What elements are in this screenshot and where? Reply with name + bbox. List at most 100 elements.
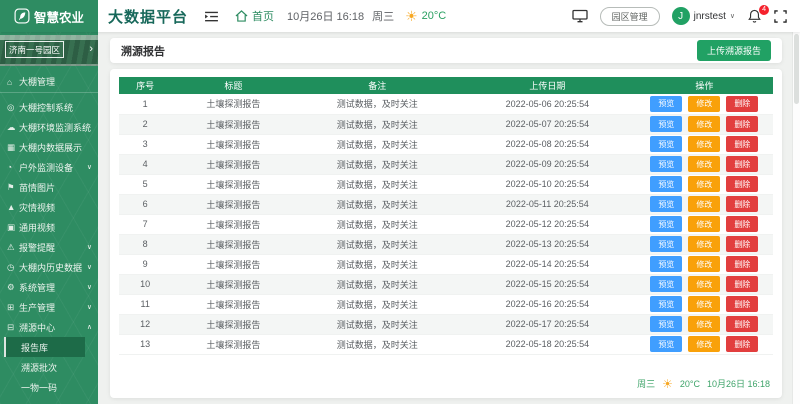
- preview-button[interactable]: 预览: [650, 256, 682, 272]
- topbar-right: 园区管理 J jnrstest ∨ 4: [572, 7, 800, 26]
- preview-button[interactable]: 预览: [650, 156, 682, 172]
- sidebar-item-greenhouse-env-monitor[interactable]: ☁大棚环境监测系统: [0, 117, 98, 137]
- preview-button[interactable]: 预览: [650, 236, 682, 252]
- modify-button[interactable]: 修改: [688, 336, 720, 352]
- delete-button[interactable]: 删除: [726, 196, 758, 212]
- modify-button[interactable]: 修改: [688, 316, 720, 332]
- monitor-icon[interactable]: [572, 9, 588, 23]
- preview-button[interactable]: 预览: [650, 96, 682, 112]
- modify-button[interactable]: 修改: [688, 136, 720, 152]
- sidebar-item-traceability-center[interactable]: ⊟溯源中心∧: [0, 317, 98, 337]
- sidebar-item-disaster-videos[interactable]: ▲灾情视频: [0, 197, 98, 217]
- cell-remark: 测试数据，及时关注: [296, 154, 460, 174]
- preview-button[interactable]: 预览: [650, 116, 682, 132]
- main-content: 溯源报告 上传溯源报告 序号标题备注上传日期操作 1土壤探测报告测试数据，及时关…: [98, 32, 792, 404]
- sidebar-item-greenhouse-control-system[interactable]: ◎大棚控制系统: [0, 97, 98, 117]
- page-scrollbar[interactable]: [792, 32, 800, 404]
- preview-button[interactable]: 预览: [650, 176, 682, 192]
- delete-button[interactable]: 删除: [726, 336, 758, 352]
- cell-actions: 预览修改删除: [636, 214, 773, 234]
- sidebar-item-outdoor-monitor-device[interactable]: ◔户外监测设备∨: [0, 157, 98, 177]
- fullscreen-icon[interactable]: [774, 10, 787, 23]
- home-link[interactable]: 首页: [235, 8, 274, 24]
- notification-bell[interactable]: 4: [747, 9, 762, 24]
- modify-button[interactable]: 修改: [688, 296, 720, 312]
- cell-remark: 测试数据，及时关注: [296, 174, 460, 194]
- modify-button[interactable]: 修改: [688, 256, 720, 272]
- sidebar-item-label: 系统管理: [19, 281, 85, 294]
- sidebar-subitem-traceability-batches[interactable]: 溯源批次: [0, 357, 98, 377]
- modify-button[interactable]: 修改: [688, 276, 720, 292]
- delete-button[interactable]: 删除: [726, 276, 758, 292]
- cell-remark: 测试数据，及时关注: [296, 194, 460, 214]
- delete-button[interactable]: 删除: [726, 96, 758, 112]
- cell-date: 2022-05-07 20:25:54: [459, 114, 636, 134]
- modify-button[interactable]: 修改: [688, 216, 720, 232]
- cell-title: 土壤探测报告: [171, 134, 295, 154]
- sidebar-subitem-label: 溯源批次: [21, 361, 57, 374]
- modify-button[interactable]: 修改: [688, 176, 720, 192]
- upload-report-button[interactable]: 上传溯源报告: [697, 40, 771, 61]
- preview-button[interactable]: 预览: [650, 216, 682, 232]
- preview-button[interactable]: 预览: [650, 276, 682, 292]
- preview-button[interactable]: 预览: [650, 316, 682, 332]
- app-window: 智慧农业 大数据平台 首页 10月26日 16:18 周三 ☀ 20°C: [0, 0, 800, 404]
- sidebar-item-alarm-reminder[interactable]: ⚠报警提醒∨: [0, 237, 98, 257]
- sidebar-item-seedling-images[interactable]: ⚑苗情图片: [0, 177, 98, 197]
- table-row: 3土壤探测报告测试数据，及时关注2022-05-08 20:25:54预览修改删…: [119, 134, 773, 154]
- sidebar-item-label: 通用视频: [19, 221, 92, 234]
- scrollbar-thumb[interactable]: [794, 34, 799, 104]
- cell-title: 土壤探测报告: [171, 314, 295, 334]
- sidebar-item-production-management[interactable]: ⊞生产管理∨: [0, 297, 98, 317]
- table-row: 6土壤探测报告测试数据，及时关注2022-05-11 20:25:54预览修改删…: [119, 194, 773, 214]
- control-system-icon: ◎: [7, 102, 19, 113]
- park-selector[interactable]: 济南一号园区 ›: [0, 35, 98, 66]
- sun-icon: ☀: [405, 9, 418, 23]
- park-manage-button[interactable]: 园区管理: [600, 7, 660, 26]
- cell-remark: 测试数据，及时关注: [296, 314, 460, 334]
- sidebar-item-greenhouse-management[interactable]: ⌂大棚管理: [0, 71, 98, 93]
- modify-button[interactable]: 修改: [688, 96, 720, 112]
- general-video-icon: ▣: [7, 222, 19, 233]
- cell-no: 7: [119, 214, 171, 234]
- delete-button[interactable]: 删除: [726, 296, 758, 312]
- user-menu[interactable]: J jnrstest ∨: [672, 7, 735, 25]
- delete-button[interactable]: 删除: [726, 316, 758, 332]
- delete-button[interactable]: 删除: [726, 236, 758, 252]
- preview-button[interactable]: 预览: [650, 296, 682, 312]
- sidebar-item-greenhouse-data-display[interactable]: ▦大棚内数据展示: [0, 137, 98, 157]
- brand-logo: 智慧农业: [0, 0, 98, 32]
- preview-button[interactable]: 预览: [650, 336, 682, 352]
- cell-no: 9: [119, 254, 171, 274]
- delete-button[interactable]: 删除: [726, 156, 758, 172]
- modify-button[interactable]: 修改: [688, 236, 720, 252]
- modify-button[interactable]: 修改: [688, 156, 720, 172]
- menu-collapse-icon[interactable]: [204, 11, 219, 22]
- sidebar-item-label: 大棚内历史数据: [19, 261, 85, 274]
- delete-button[interactable]: 删除: [726, 256, 758, 272]
- footer-datetime: 10月26日 16:18: [707, 377, 770, 390]
- sidebar-subitem-report-library[interactable]: 报告库: [4, 337, 85, 357]
- table-row: 12土壤探测报告测试数据，及时关注2022-05-17 20:25:54预览修改…: [119, 314, 773, 334]
- sidebar-subitem-one-item-one-code[interactable]: 一物一码: [0, 377, 98, 397]
- cell-actions: 预览修改删除: [636, 94, 773, 114]
- delete-button[interactable]: 删除: [726, 136, 758, 152]
- preview-button[interactable]: 预览: [650, 136, 682, 152]
- delete-button[interactable]: 删除: [726, 116, 758, 132]
- sidebar-item-greenhouse-history-data[interactable]: ◷大棚内历史数据∨: [0, 257, 98, 277]
- sidebar-item-system-management[interactable]: ⚙系统管理∨: [0, 277, 98, 297]
- sidebar-menu: ⌂大棚管理 ◎大棚控制系统☁大棚环境监测系统▦大棚内数据展示◔户外监测设备∨⚑苗情…: [0, 66, 98, 404]
- delete-button[interactable]: 删除: [726, 176, 758, 192]
- delete-button[interactable]: 删除: [726, 216, 758, 232]
- sidebar-item-general-videos[interactable]: ▣通用视频: [0, 217, 98, 237]
- cell-date: 2022-05-18 20:25:54: [459, 334, 636, 354]
- cell-date: 2022-05-15 20:25:54: [459, 274, 636, 294]
- sidebar-subitem-label: 一物一码: [21, 381, 57, 394]
- sidebar: 济南一号园区 › ⌂大棚管理 ◎大棚控制系统☁大棚环境监测系统▦大棚内数据展示◔户…: [0, 32, 98, 404]
- cell-title: 土壤探测报告: [171, 214, 295, 234]
- preview-button[interactable]: 预览: [650, 196, 682, 212]
- history-data-icon: ◷: [7, 262, 19, 273]
- modify-button[interactable]: 修改: [688, 196, 720, 212]
- production-management-icon: ⊞: [7, 302, 19, 313]
- modify-button[interactable]: 修改: [688, 116, 720, 132]
